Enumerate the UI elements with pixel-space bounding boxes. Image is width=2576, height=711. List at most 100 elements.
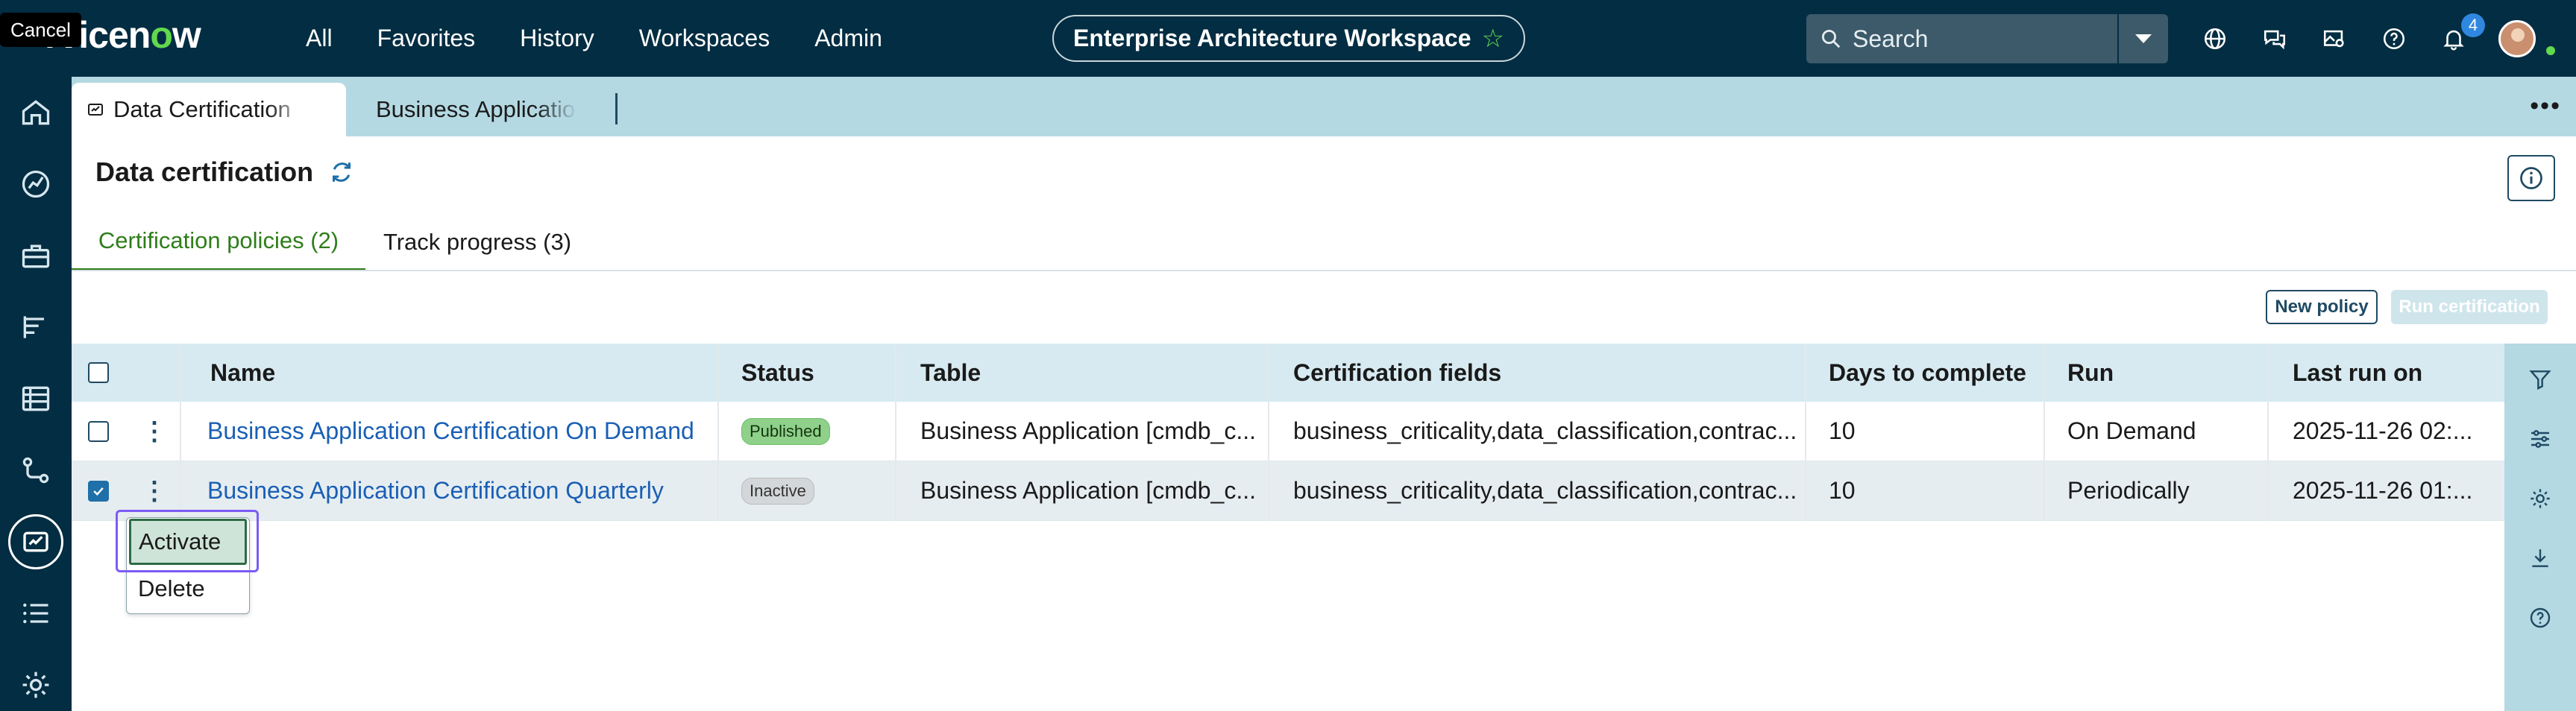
sliders-icon[interactable] xyxy=(2527,426,2554,452)
more-tabs-icon[interactable]: ••• xyxy=(2530,92,2561,121)
more-actions-icon[interactable]: ⋮ xyxy=(142,478,167,504)
info-icon xyxy=(2520,167,2542,189)
status-badge: Inactive xyxy=(741,477,814,505)
table-cell: Business Application [cmdb_c... xyxy=(920,477,1257,504)
column-header-days-to-complete[interactable]: Days to complete xyxy=(1829,344,2026,402)
row-select-cell xyxy=(88,461,109,520)
row-actions-cell: ⋮ xyxy=(142,402,167,461)
gear-icon[interactable] xyxy=(18,667,54,703)
row-checkbox[interactable] xyxy=(88,480,109,502)
logo-text-o: o xyxy=(150,14,173,56)
certification-fields-cell: business_criticality,data_classification… xyxy=(1293,477,1797,504)
globe-icon[interactable] xyxy=(2200,24,2230,54)
top-icon-group: 4 xyxy=(2200,0,2536,77)
column-header-last-run-on[interactable]: Last run on xyxy=(2293,344,2422,402)
chat-icon[interactable] xyxy=(2260,24,2290,54)
table-row[interactable]: ⋮ Business Application Certification Qua… xyxy=(72,461,2504,521)
list-icon[interactable] xyxy=(18,595,54,631)
column-header-status[interactable]: Status xyxy=(741,344,814,402)
workspace-tabs-bar: Data Certification Business Application … xyxy=(72,77,2576,136)
last-run-cell: 2025-11-26 01:... xyxy=(2293,477,2473,504)
search-scope-dropdown[interactable] xyxy=(2119,14,2168,63)
chevron-down-icon xyxy=(2135,34,2152,43)
help-icon[interactable] xyxy=(2527,604,2554,631)
more-actions-icon[interactable]: ⋮ xyxy=(142,419,167,444)
nav-history[interactable]: History xyxy=(520,25,594,52)
roadmap-icon[interactable] xyxy=(18,309,54,345)
policy-name-link[interactable]: Business Application Certification On De… xyxy=(207,402,729,461)
workflow-icon[interactable] xyxy=(18,452,54,488)
table-cell: Business Application [cmdb_c... xyxy=(920,417,1257,444)
info-button[interactable] xyxy=(2507,155,2555,201)
presence-status-dot xyxy=(2545,45,2557,57)
data-certification-icon[interactable] xyxy=(8,514,63,569)
tab-certification-policies[interactable]: Certification policies (2) xyxy=(72,213,365,271)
certification-fields-cell: business_criticality,data_classification… xyxy=(1293,417,1797,444)
workspace-title: Enterprise Architecture Workspace xyxy=(1072,25,1471,51)
tab-label: Business Application xyxy=(376,96,577,122)
cancel-tooltip: Cancel xyxy=(0,13,81,47)
nav-admin[interactable]: Admin xyxy=(814,25,882,52)
column-divider xyxy=(1268,344,1269,521)
top-navigation-bar: rvicenow All Favorites History Workspace… xyxy=(0,0,2576,77)
refresh-icon[interactable] xyxy=(328,159,355,186)
column-divider xyxy=(180,344,181,521)
policy-name-link[interactable]: Business Application Certification Quart… xyxy=(207,461,729,520)
select-all-cell xyxy=(88,344,109,402)
search-input[interactable]: Search xyxy=(1806,14,2117,63)
page-title: Data certification xyxy=(95,157,314,187)
nav-favorites[interactable]: Favorites xyxy=(377,25,476,52)
tab-business-application[interactable]: Business Application xyxy=(376,83,577,136)
checkmark-icon xyxy=(93,487,104,496)
user-avatar[interactable] xyxy=(2498,19,2536,57)
briefcase-icon[interactable] xyxy=(18,238,54,274)
column-header-run[interactable]: Run xyxy=(2067,344,2114,402)
status-badge: Published xyxy=(741,417,830,445)
column-divider xyxy=(2267,344,2269,521)
new-policy-button[interactable]: New policy xyxy=(2266,290,2378,324)
image-search-icon[interactable] xyxy=(2319,24,2349,54)
dashboard-gauge-icon[interactable] xyxy=(18,166,54,202)
search-icon xyxy=(1822,30,1841,48)
column-divider xyxy=(895,344,896,521)
days-cell: 10 xyxy=(1829,477,1856,504)
row-checkbox[interactable] xyxy=(88,420,109,442)
right-tool-rail xyxy=(2504,344,2576,711)
tab-data-certification[interactable]: Data Certification xyxy=(72,83,346,136)
bell-icon[interactable]: 4 xyxy=(2439,13,2485,54)
column-header-name[interactable]: Name xyxy=(210,344,275,402)
run-cell: Periodically xyxy=(2067,477,2190,504)
column-divider xyxy=(717,344,719,521)
table-row[interactable]: ⋮ Business Application Certification On … xyxy=(72,402,2504,461)
status-cell: Published xyxy=(741,402,830,461)
left-rail xyxy=(0,77,72,711)
select-all-checkbox[interactable] xyxy=(88,362,109,383)
nav-workspaces[interactable]: Workspaces xyxy=(639,25,770,52)
star-icon[interactable]: ☆ xyxy=(1482,24,1504,54)
column-header-table[interactable]: Table xyxy=(920,344,981,402)
run-cell: On Demand xyxy=(2067,417,2196,444)
run-certification-button[interactable]: Run certification xyxy=(2391,290,2548,324)
logo-text-end: w xyxy=(172,14,201,56)
tab-divider xyxy=(615,93,618,124)
gear-icon[interactable] xyxy=(2527,485,2554,512)
nav-all[interactable]: All xyxy=(306,25,333,52)
workspace-title-pill[interactable]: Enterprise Architecture Workspace ☆ xyxy=(1052,15,1525,62)
tab-track-progress[interactable]: Track progress (3) xyxy=(365,213,589,271)
tab-label: Data Certification xyxy=(113,96,291,122)
filter-icon[interactable] xyxy=(2527,366,2554,393)
focus-ring xyxy=(116,510,259,572)
row-select-cell xyxy=(88,402,109,461)
certification-tab-icon xyxy=(88,104,103,116)
table-header: Name Status Table Certification fields D… xyxy=(72,344,2504,402)
download-icon[interactable] xyxy=(2527,545,2554,572)
days-cell: 10 xyxy=(1829,417,1856,444)
column-divider xyxy=(1805,344,1806,521)
database-list-icon[interactable] xyxy=(18,381,54,417)
help-icon[interactable] xyxy=(2379,24,2409,54)
column-header-certification-fields[interactable]: Certification fields xyxy=(1293,344,1501,402)
home-icon[interactable] xyxy=(18,95,54,130)
menu-item-delete[interactable]: Delete xyxy=(129,568,247,610)
search-placeholder: Search xyxy=(1853,25,1929,52)
subtabs-divider xyxy=(72,270,2576,271)
